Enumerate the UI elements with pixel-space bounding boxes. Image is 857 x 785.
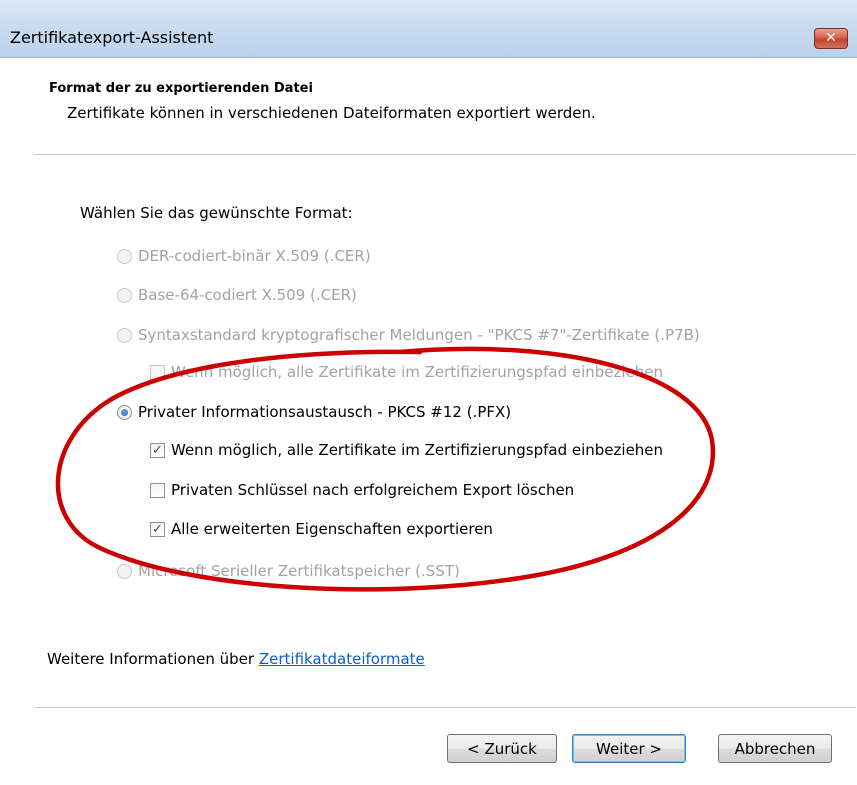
header-divider bbox=[34, 154, 856, 155]
title-bar: Zertifikatexport-Assistent ✕ bbox=[0, 0, 857, 58]
checkbox-p7b-label: Wenn möglich, alle Zertifikate im Zertif… bbox=[171, 363, 664, 381]
checkmark-icon: ✓ bbox=[152, 521, 163, 537]
checkbox-delete-private-key[interactable]: Privaten Schlüssel nach erfolgreichem Ex… bbox=[150, 481, 574, 499]
radio-p7b-label: Syntaxstandard kryptografischer Meldunge… bbox=[138, 326, 700, 344]
radio-base64-circle[interactable] bbox=[117, 287, 132, 303]
checkbox-extended-props-box[interactable]: ✓ bbox=[150, 521, 165, 537]
info-line: Weitere Informationen über Zertifikatdat… bbox=[47, 650, 425, 668]
formats-link[interactable]: Zertifikatdateiformate bbox=[259, 650, 425, 668]
radio-p7b-circle[interactable] bbox=[117, 327, 132, 343]
close-button[interactable]: ✕ bbox=[814, 28, 848, 49]
checkbox-include-chain-box[interactable]: ✓ bbox=[150, 442, 165, 458]
footer-divider bbox=[34, 707, 856, 708]
close-icon: ✕ bbox=[825, 30, 837, 46]
radio-pfx-label: Privater Informationsaustausch - PKCS #1… bbox=[138, 403, 512, 421]
checkmark-icon: ✓ bbox=[152, 442, 163, 458]
radio-der-circle[interactable] bbox=[117, 248, 132, 264]
radio-pfx-circle[interactable] bbox=[117, 404, 132, 420]
checkbox-p7b-box[interactable] bbox=[150, 364, 165, 380]
format-prompt: Wählen Sie das gewünschte Format: bbox=[80, 204, 353, 222]
checkbox-pfx-include-chain[interactable]: ✓ Wenn möglich, alle Zertifikate im Zert… bbox=[150, 441, 663, 459]
checkbox-p7b-include-chain[interactable]: Wenn möglich, alle Zertifikate im Zertif… bbox=[150, 363, 663, 381]
page-heading: Format der zu exportierenden Datei bbox=[49, 81, 313, 96]
radio-der-label: DER-codiert-binär X.509 (.CER) bbox=[138, 247, 371, 265]
checkbox-delete-key-label: Privaten Schlüssel nach erfolgreichem Ex… bbox=[171, 481, 575, 499]
radio-sst-label: Microsoft Serieller Zertifikatspeicher (… bbox=[138, 562, 460, 580]
page-description: Zertifikate können in verschiedenen Date… bbox=[67, 104, 596, 122]
radio-sst-circle[interactable] bbox=[117, 563, 132, 579]
cancel-button[interactable]: Abbrechen bbox=[718, 734, 832, 763]
checkbox-extended-props-label: Alle erweiterten Eigenschaften exportier… bbox=[171, 520, 493, 538]
info-text: Weitere Informationen über bbox=[47, 650, 255, 668]
radio-option-der[interactable]: DER-codiert-binär X.509 (.CER) bbox=[117, 247, 371, 265]
annotation-ellipse-stroke bbox=[55, 346, 716, 592]
checkbox-export-extended-properties[interactable]: ✓ Alle erweiterten Eigenschaften exporti… bbox=[150, 520, 493, 538]
radio-option-pfx[interactable]: Privater Informationsaustausch - PKCS #1… bbox=[117, 403, 511, 421]
back-button[interactable]: < Zurück bbox=[447, 734, 557, 763]
radio-option-p7b[interactable]: Syntaxstandard kryptografischer Meldunge… bbox=[117, 326, 700, 344]
next-button[interactable]: Weiter > bbox=[572, 734, 686, 763]
radio-option-base64[interactable]: Base-64-codiert X.509 (.CER) bbox=[117, 286, 357, 304]
window-title: Zertifikatexport-Assistent bbox=[10, 28, 214, 47]
radio-option-sst[interactable]: Microsoft Serieller Zertifikatspeicher (… bbox=[117, 562, 460, 580]
checkbox-include-chain-label: Wenn möglich, alle Zertifikate im Zertif… bbox=[171, 441, 664, 459]
checkbox-delete-key-box[interactable] bbox=[150, 482, 165, 498]
radio-base64-label: Base-64-codiert X.509 (.CER) bbox=[138, 286, 357, 304]
